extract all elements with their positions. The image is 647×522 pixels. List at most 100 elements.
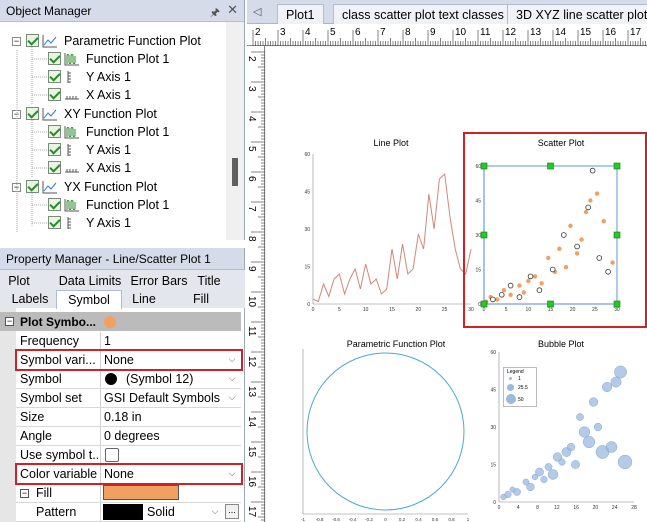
tab-symbol[interactable]: Symbol [56,290,122,309]
symbol-select[interactable]: (Symbol 12) ⌵ [100,370,241,388]
ruler-label: 13 [530,27,542,38]
horizontal-ruler-ticks: 2 3 4 5 6 7 8 9 10 11 12 13 14 15 16 17 [252,27,646,46]
ruler-label: 3 [280,27,286,38]
ruler-label: 6 [355,27,361,38]
bubble [540,476,548,483]
select-value: GSI Default Symbols [104,391,221,405]
ruler-label: 4 [305,27,311,38]
bubble-legend: Legend 1 25.5 50 [503,367,537,407]
collapse-icon[interactable]: − [20,489,29,498]
highlight-box-scatter-plot [463,132,647,328]
pin-icon[interactable]: 🖈 [210,4,220,23]
y-tick-label: 15 [304,265,310,271]
collapse-icon[interactable]: − [5,317,14,326]
ruler-label: 16 [247,476,257,488]
tab-plot[interactable]: Plot [3,272,35,291]
x-tick-label: 10 [363,307,369,313]
prop-pattern: Pattern Solid ⌵ ... [16,503,241,522]
bubble [605,441,618,453]
x-tick-label: 4 [517,505,520,511]
ruler-label: 11 [247,326,257,337]
size-input[interactable]: 0.18 in [100,408,241,426]
x-tick-label: 0 [312,307,315,313]
tab-plot1[interactable]: Plot1 [277,4,324,24]
chevron-down-icon[interactable]: ⌵ [209,506,221,517]
bubble [504,491,512,498]
prop-symbol: Symbol (Symbol 12) ⌵ [16,370,241,389]
object-tree: − Parametric Function Plot Function Plot… [0,22,226,240]
ruler-label: 8 [247,236,257,242]
tree-item-label: Function Plot 1 [86,52,170,66]
bubble [617,454,633,470]
tab-scroll-left-icon[interactable]: ◁ [253,5,261,18]
use-symbol-checkbox[interactable] [105,448,119,462]
legend-label: 50 [518,397,524,403]
ruler-label: 14 [555,27,567,38]
close-icon[interactable]: ✕ [227,2,238,18]
angle-input[interactable]: 0 degrees [100,427,241,445]
x-tick-label: -0.6 [332,517,340,522]
prop-key: Use symbol t... [20,448,98,462]
bubble [571,460,580,469]
bubble [558,458,566,466]
tree-item-label: Y Axis 1 [86,143,131,157]
ruler-label: 9 [430,27,436,38]
x-tick-label: 1 [467,517,470,522]
tab-3d-xyz-line-scatter[interactable]: 3D XYZ line scatter plot * [507,4,647,24]
fill-color-swatch[interactable] [103,485,179,500]
tree-item-label: XY Function Plot [64,107,157,121]
pattern-select[interactable]: Solid ⌵ ... [100,503,241,521]
property-tabs: Plot Data Limits Error Bars Title Labels… [0,270,245,309]
tab-data-limits[interactable]: Data Limits [56,272,124,291]
tree-item-label: Y Axis 1 [86,216,131,230]
tab-line[interactable]: Line [128,290,160,309]
bubble [593,422,603,432]
bubble [614,365,627,379]
ruler-label: 12 [247,356,257,368]
tab-title[interactable]: Title [193,272,225,291]
tree-lines [16,47,48,232]
property-manager-panel: Property Manager - Line/Scatter Plot 1 P… [0,248,245,522]
ruler-label: 2 [255,27,261,38]
x-tick-label: 20 [593,505,599,511]
ruler-label: 2 [247,56,257,62]
ruler-label: 8 [405,27,411,38]
prop-fill: − Fill [16,484,241,503]
property-manager-titlebar: Property Manager - Line/Scatter Plot 1 [0,248,244,270]
pattern-swatch [103,504,143,520]
ruler-label: 3 [247,86,257,92]
prop-key: Angle [20,429,52,443]
frequency-input[interactable]: 1 [100,332,241,350]
bubble [601,381,613,393]
bubble [578,426,591,438]
legend-marker [506,394,516,404]
fill-color-cell[interactable] [100,484,241,502]
property-gutter [0,308,16,522]
chevron-down-icon[interactable]: ⌵ [226,373,238,384]
bubble [610,376,622,388]
ruler-label: 9 [247,266,257,272]
chevron-down-icon[interactable]: ⌵ [226,392,238,403]
symbol-set-select[interactable]: GSI Default Symbols ⌵ [100,389,241,407]
y-tick-label: 45 [490,388,496,394]
object-manager-scrollbar[interactable] [226,22,244,240]
tab-error-bars[interactable]: Error Bars [130,272,188,291]
x-tick-label: 25 [442,307,448,313]
ellipsis-button[interactable]: ... [225,504,239,519]
ruler-label: 10 [247,296,257,308]
legend-label: 25.5 [518,385,528,391]
x-tick-label: -1 [301,517,305,522]
bubble [513,488,521,496]
x-tick-label: 16 [573,505,579,511]
x-tick-label: 20 [416,307,422,313]
tab-fill[interactable]: Fill [188,290,214,309]
y-tick-label: 60 [304,152,310,158]
tab-labels[interactable]: Labels [8,290,52,309]
scrollbar-thumb[interactable] [232,158,238,186]
section-header-plot-symbol[interactable]: − Plot Symbo... [0,312,241,331]
ruler-label: 15 [580,27,592,38]
y-tick-label: 15 [490,463,496,469]
legend-marker [509,377,512,380]
select-value: (Symbol 12) [126,372,194,386]
tab-class-scatter-plot[interactable]: class scatter plot text classes * [333,4,522,24]
